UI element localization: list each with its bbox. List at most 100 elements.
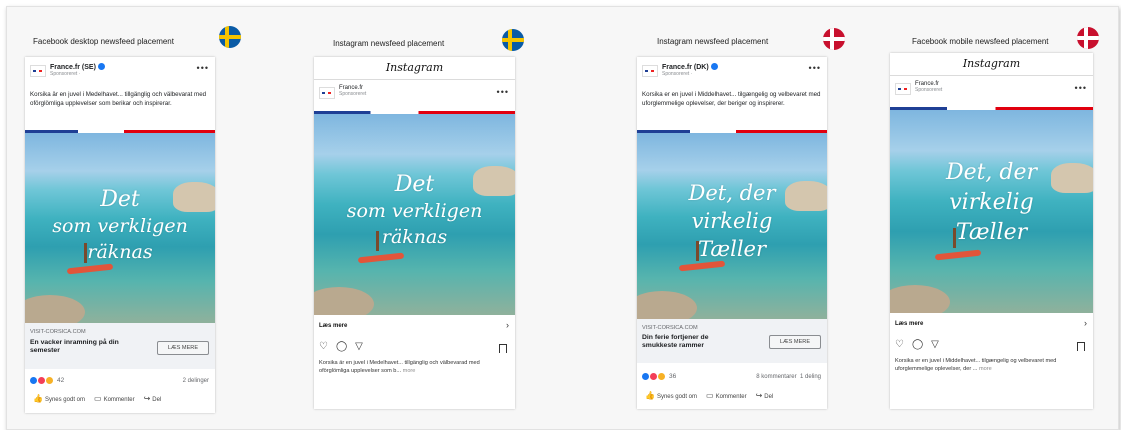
more-options-icon[interactable]: ••• [1075,83,1087,93]
ad-caption: Korsika er en juvel i Middelhavet... til… [895,358,1057,372]
love-reaction-icon [38,377,45,384]
ad-caption: Korsika er en juvel i Middelhavet... til… [642,91,821,107]
comment-icon: ▭ [94,394,102,403]
france-logo-icon [319,87,335,99]
denmark-flag-icon [823,28,845,50]
paddleboard [358,252,405,264]
script-line-2: som verkligen [52,215,188,237]
love-reaction-icon [650,373,657,380]
account-name: France.fr (DK) [662,64,709,71]
ig-action-icons: ♡ ◯ ▽ [895,339,939,350]
like-button[interactable]: 👍 Synes godt om [645,391,697,400]
wow-reaction-icon [46,377,53,384]
panel-title-fb-desktop: Facebook desktop newsfeed placement [33,37,174,46]
ad-account[interactable]: France.fr (DK) Sponsoreret · [642,63,718,77]
link-headline: En vacker inramning på din semester [30,339,119,354]
ig-dk-ad-card: France.fr (DK) Sponsoreret · ••• Korsika… [637,57,827,409]
link-preview[interactable]: VISIT-CORSICA.COM En vacker inramning på… [25,323,215,369]
script-line-1: Det, der [688,181,776,205]
script-line-2: virkelig [691,209,773,233]
action-bar: 👍 Synes godt om ▭ Kommenter ↪ Del [33,394,161,403]
bookmark-icon[interactable] [499,344,507,353]
ad-image[interactable]: Det som verkligen räknas [314,114,515,315]
account-name: France.fr (SE) [50,64,96,71]
france-logo-icon [895,83,911,95]
ad-image[interactable]: Det, der virkelig Tæller [637,133,827,319]
placement-board: Facebook desktop newsfeed placement Fran… [6,6,1119,430]
ig-se-ad-card: Instagram France.fr Sponsoreret ••• Det … [314,57,515,409]
comment-button[interactable]: ▭ Kommenter [94,394,135,403]
heart-icon[interactable]: ♡ [319,341,328,352]
paddleboard [934,249,981,261]
like-button[interactable]: 👍 Synes godt om [33,394,85,403]
learn-more-link[interactable]: Læs mere [319,323,347,329]
more-link[interactable]: more [403,368,416,374]
send-icon[interactable]: ▽ [931,339,939,350]
reaction-summary[interactable]: 36 [642,373,676,380]
link-headline: Din ferie fortjener de smukkeste rammer [642,334,709,349]
ad-account[interactable]: France.fr Sponsoreret [319,85,366,99]
panel-title-fb-mobile: Facebook mobile newsfeed placement [912,37,1049,46]
thumbs-up-icon: 👍 [33,394,43,403]
reaction-summary[interactable]: 42 [30,377,64,384]
script-line-1: Det, der [945,160,1038,185]
sponsored-label: Sponsoreret [915,87,943,93]
share-button[interactable]: ↪ Del [756,391,774,400]
ad-image[interactable]: Det som verkligen räknas [25,133,215,323]
verified-badge-icon [97,63,105,70]
chevron-right-icon[interactable]: › [1084,318,1087,328]
send-icon[interactable]: ▽ [355,341,363,352]
reaction-count: 42 [57,377,65,384]
action-bar: 👍 Synes godt om ▭ Kommenter ↪ Del [645,391,773,400]
script-line-3: Tæller [697,237,766,261]
sweden-flag-icon [219,26,241,48]
heart-icon[interactable]: ♡ [895,339,904,350]
ad-caption: Korsika är en juvel i Medelhavet... till… [30,91,207,107]
ad-account[interactable]: France.fr Sponsoreret [895,81,942,95]
like-reaction-icon [642,373,649,380]
comment-button[interactable]: ▭ Kommenter [706,391,747,400]
like-reaction-icon [30,377,37,384]
script-line-3: Tæller [955,220,1028,245]
more-options-icon[interactable]: ••• [809,63,821,73]
paddleboard [678,260,725,272]
sponsored-label: Sponsoreret · [662,71,693,77]
instagram-header: Instagram [890,53,1093,76]
comment-icon[interactable]: ◯ [336,341,347,352]
comment-icon[interactable]: ◯ [912,339,923,350]
script-line-3: räknas [381,226,448,248]
more-link[interactable]: more [979,366,992,372]
script-line-3: räknas [87,241,153,263]
panel-title-ig-se: Instagram newsfeed placement [333,39,445,48]
sweden-flag-icon [502,29,524,51]
more-options-icon[interactable]: ••• [497,87,509,97]
denmark-flag-icon [1077,27,1099,49]
share-icon: ↪ [143,394,151,403]
ad-caption: Korsika är en juvel i Medelhavet... till… [319,360,480,374]
script-line-2: virkelig [949,190,1034,215]
learn-more-button[interactable]: LÆS MERE [157,341,209,355]
comment-share-counts[interactable]: 8 kommentarer 1 deling [756,374,821,380]
france-logo-icon [642,65,658,77]
learn-more-button[interactable]: LÆS MERE [769,335,821,349]
ad-account[interactable]: France.fr (SE) Sponsoreret · [30,63,105,77]
wow-reaction-icon [658,373,665,380]
share-count[interactable]: 2 delinger [183,378,209,384]
learn-more-link[interactable]: Læs mere [895,321,923,327]
more-options-icon[interactable]: ••• [197,63,209,73]
france-logo-icon [30,65,46,77]
chevron-right-icon[interactable]: › [506,320,509,330]
script-line-2: som verkligen [346,200,483,222]
link-preview[interactable]: VISIT-CORSICA.COM Din ferie fortjener de… [637,319,827,363]
link-domain: VISIT-CORSICA.COM [30,329,86,335]
ad-image[interactable]: Det, der virkelig Tæller [890,110,1093,313]
paddleboard [66,263,113,275]
share-icon: ↪ [755,391,763,400]
ig-action-icons: ♡ ◯ ▽ [319,341,363,352]
instagram-header: Instagram [314,57,515,80]
bookmark-icon[interactable] [1077,342,1085,351]
sponsored-label: Sponsoreret [339,91,367,97]
share-button[interactable]: ↪ Del [144,394,162,403]
sponsored-label: Sponsoreret · [50,71,81,77]
script-line-1: Det [100,187,140,212]
